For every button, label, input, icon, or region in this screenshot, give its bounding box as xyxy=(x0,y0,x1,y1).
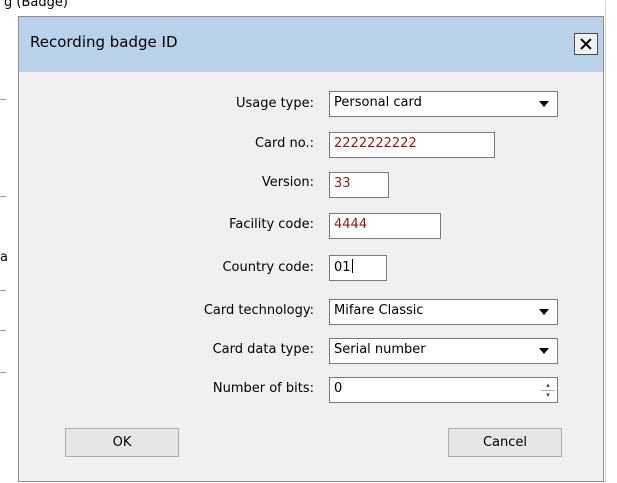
background-divider xyxy=(0,290,6,291)
card-data-type-value: Serial number xyxy=(334,342,426,357)
number-of-bits-spinbox[interactable]: 0 ▴ ▾ xyxy=(329,377,558,403)
card-no-value: 2222222222 xyxy=(334,136,417,151)
usage-type-select[interactable]: Personal card xyxy=(329,91,558,117)
spin-buttons[interactable]: ▴ ▾ xyxy=(541,380,555,400)
facility-code-input[interactable]: 4444 xyxy=(329,213,441,239)
chevron-down-icon[interactable] xyxy=(533,302,555,322)
recording-badge-dialog: Recording badge ID Usage type: Personal … xyxy=(18,16,604,482)
background-window-edge xyxy=(605,0,606,483)
ok-button[interactable]: OK xyxy=(65,428,179,457)
text-caret xyxy=(351,259,353,273)
card-data-type-label: Card data type: xyxy=(212,342,314,357)
chevron-down-icon[interactable] xyxy=(533,94,555,114)
cancel-button[interactable]: Cancel xyxy=(448,428,562,457)
number-of-bits-value: 0 xyxy=(334,381,343,396)
spin-down-icon[interactable]: ▾ xyxy=(541,390,555,400)
card-technology-select[interactable]: Mifare Classic xyxy=(329,299,558,325)
country-code-value: 01 xyxy=(334,260,351,275)
dialog-title: Recording badge ID xyxy=(30,33,178,51)
background-window-title: g (Badge) xyxy=(4,0,68,10)
country-code-label: Country code: xyxy=(222,260,314,275)
chevron-down-icon[interactable] xyxy=(533,341,555,361)
card-technology-label: Card technology: xyxy=(203,303,314,318)
card-no-input[interactable]: 2222222222 xyxy=(329,132,495,158)
dialog-titlebar[interactable]: Recording badge ID xyxy=(19,17,603,72)
background-text-fragment: a xyxy=(0,250,8,265)
usage-type-value: Personal card xyxy=(334,95,422,110)
facility-code-label: Facility code: xyxy=(229,217,314,232)
facility-code-value: 4444 xyxy=(334,217,368,232)
background-window-header: g (Badge) xyxy=(0,0,617,16)
number-of-bits-label: Number of bits: xyxy=(212,381,314,396)
card-no-label: Card no.: xyxy=(254,136,314,151)
card-technology-value: Mifare Classic xyxy=(334,303,424,318)
background-divider xyxy=(0,99,6,100)
version-label: Version: xyxy=(261,175,314,190)
version-input[interactable]: 33 xyxy=(329,172,389,198)
card-data-type-select[interactable]: Serial number xyxy=(329,338,558,364)
country-code-input[interactable]: 01 xyxy=(329,255,387,281)
background-divider xyxy=(0,372,6,373)
background-divider xyxy=(0,330,6,331)
version-value: 33 xyxy=(334,176,351,191)
background-divider xyxy=(0,196,6,197)
usage-type-label: Usage type: xyxy=(235,96,314,111)
close-button[interactable] xyxy=(574,33,598,55)
